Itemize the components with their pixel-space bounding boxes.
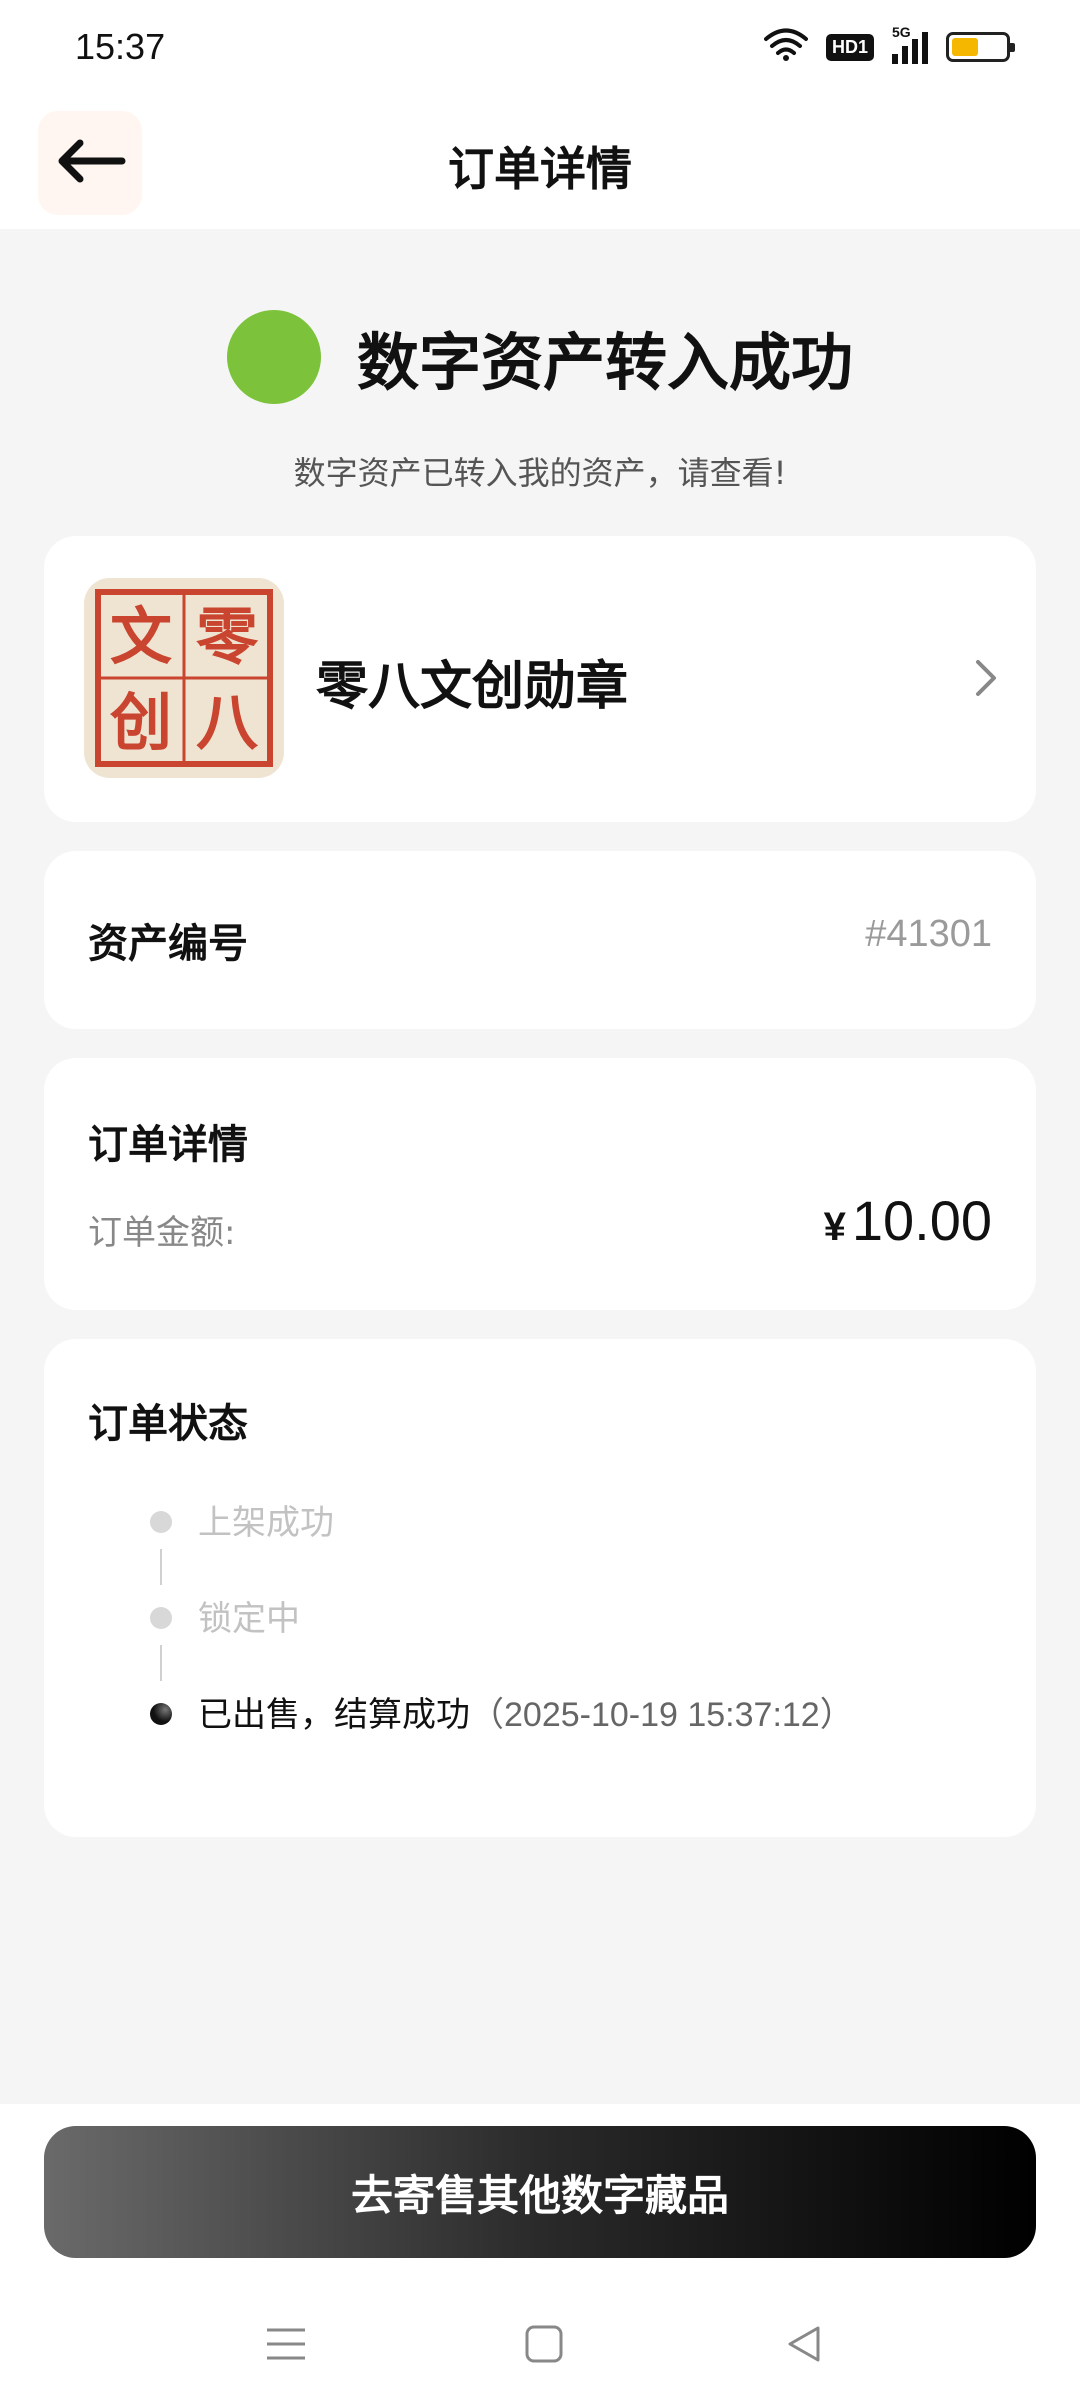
bottom-bar: 去寄售其他数字藏品 [0, 2104, 1080, 2408]
battery-icon [946, 32, 1015, 62]
order-status-title: 订单状态 [88, 1401, 248, 1447]
battery-level [952, 38, 979, 56]
system-nav-bar [0, 2304, 1080, 2384]
order-amount-value: 10.00 [851, 1189, 992, 1252]
menu-icon[interactable] [256, 2314, 316, 2374]
timeline-step: 上架成功 [108, 1489, 988, 1585]
timeline-connector [160, 1549, 162, 1585]
order-amount: ¥10.00 [824, 1188, 992, 1253]
success-indicator-icon [226, 310, 321, 404]
timeline-dot-icon [150, 1703, 172, 1725]
success-title: 数字资产转入成功 [356, 326, 853, 399]
status-bar: 15:37 HD1 5G [0, 0, 1080, 95]
timeline-step-label: 锁定中 [198, 1599, 300, 1639]
status-timeline: 上架成功锁定中已出售，结算成功（2025-10-19 15:37:12） [108, 1489, 988, 1777]
wifi-icon [763, 28, 808, 66]
timeline-label: 锁定中 [198, 1591, 300, 1640]
product-card[interactable]: 零 八 文 创 零八文创勋章 [44, 536, 1036, 822]
consign-other-button[interactable]: 去寄售其他数字藏品 [44, 2126, 1036, 2258]
timeline-label: 已出售，结算成功（2025-10-19 15:37:12） [198, 1687, 854, 1736]
home-square-icon[interactable] [514, 2314, 574, 2374]
order-detail-title: 订单详情 [88, 1122, 248, 1168]
success-header: 数字资产转入成功 [0, 310, 1080, 404]
page-title: 订单详情 [448, 142, 632, 196]
hd-badge: HD1 [825, 33, 874, 61]
order-status-card: 订单状态 上架成功锁定中已出售，结算成功（2025-10-19 15:37:12… [44, 1339, 1036, 1837]
status-icons: HD1 5G [763, 24, 1015, 66]
seal-logo-icon: 零 八 文 创 [84, 578, 284, 778]
chevron-right-icon [966, 648, 1006, 708]
timeline-connector [160, 1645, 162, 1681]
nav-bar: 订单详情 [0, 95, 1080, 229]
seal-char: 零 [196, 600, 259, 673]
timeline-step-label: 已出售，结算成功 [198, 1695, 470, 1735]
seal-char: 八 [196, 686, 259, 759]
seal-char: 文 [110, 600, 172, 673]
order-amount-label: 订单金额: [88, 1213, 236, 1253]
timeline-step-label: 上架成功 [198, 1503, 334, 1543]
currency-symbol: ¥ [823, 1205, 846, 1249]
seal-char: 创 [110, 686, 172, 759]
timeline-dot-icon [150, 1511, 172, 1533]
signal-icon: 5G [892, 24, 928, 64]
asset-number-value: #41301 [865, 913, 992, 955]
timeline-step: 锁定中 [108, 1585, 988, 1681]
timeline-step: 已出售，结算成功（2025-10-19 15:37:12） [108, 1681, 988, 1777]
order-detail-card: 订单详情 订单金额: ¥10.00 [44, 1058, 1036, 1310]
timeline-label: 上架成功 [198, 1495, 334, 1544]
asset-number-card: 资产编号 #41301 [44, 851, 1036, 1029]
timeline-step-time: （2025-10-19 15:37:12） [470, 1696, 854, 1734]
product-name: 零八文创勋章 [316, 657, 629, 717]
status-time: 15:37 [75, 26, 166, 67]
back-triangle-icon[interactable] [774, 2314, 834, 2374]
product-image: 零 八 文 创 [84, 578, 284, 778]
success-subtitle: 数字资产已转入我的资产，请查看! [293, 454, 787, 492]
asset-number-label: 资产编号 [88, 921, 248, 967]
timeline-dot-icon [150, 1607, 172, 1629]
signal-label: 5G [892, 24, 911, 40]
